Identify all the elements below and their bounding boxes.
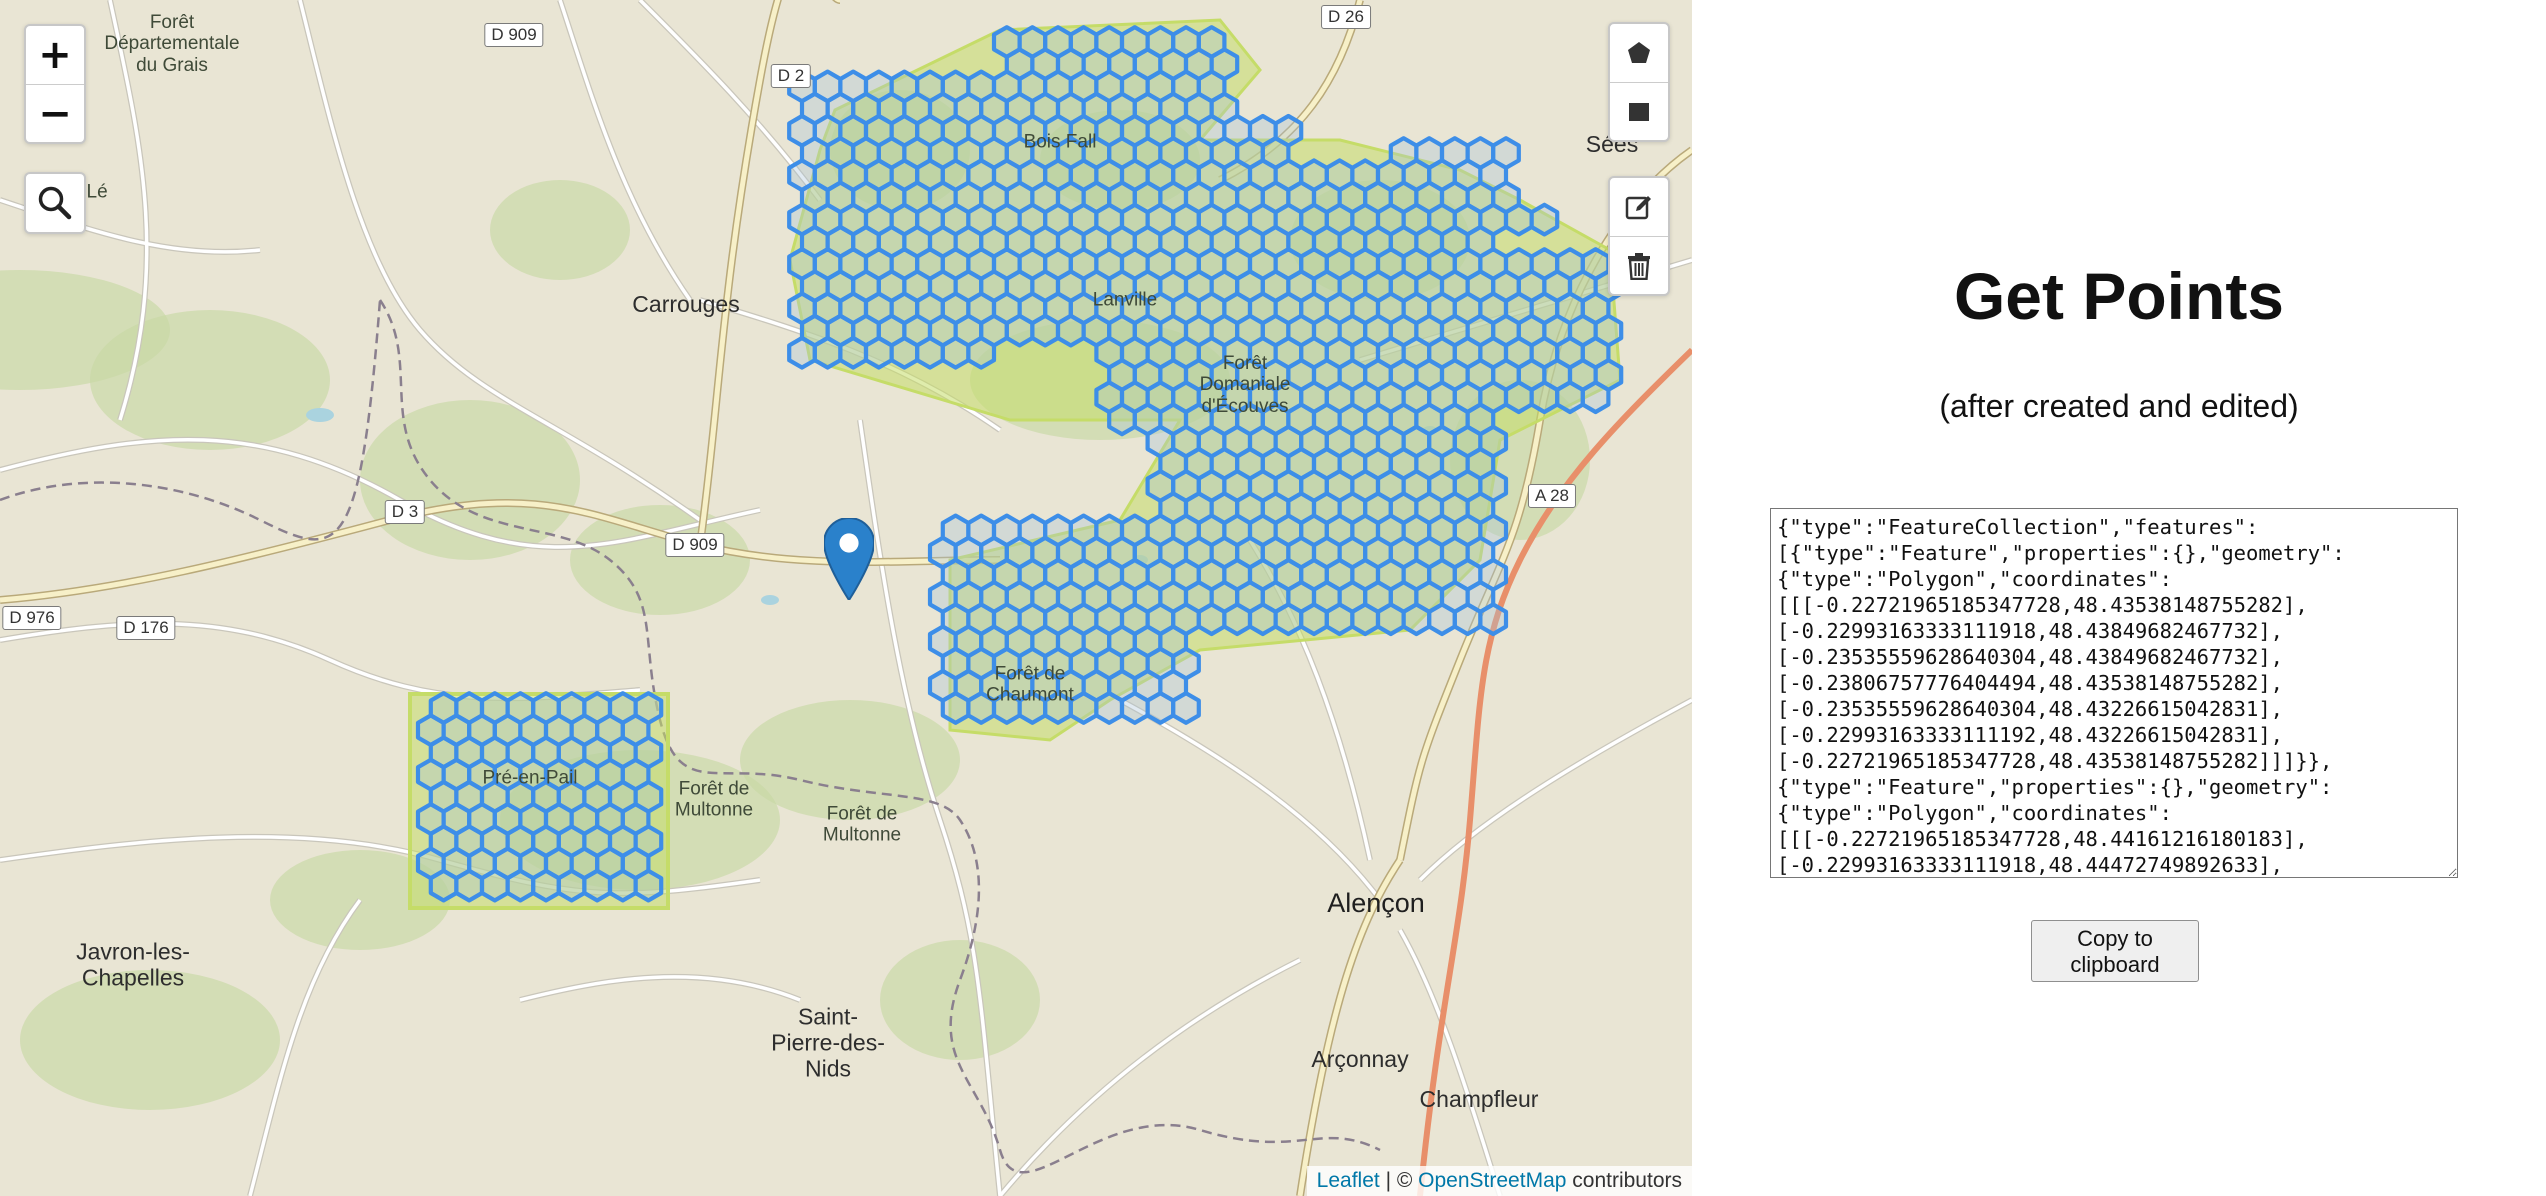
hex-cell (1094, 691, 1125, 725)
hex-cell (1427, 602, 1457, 637)
hex-cell (915, 335, 945, 370)
zoom-out-button[interactable]: − (26, 84, 84, 142)
place-label-champfleur: Champfleur (1419, 1086, 1539, 1113)
place-label-bois-fall: Bois Fall (1023, 131, 1097, 153)
search-control[interactable] (24, 172, 86, 234)
hex-cell (1503, 380, 1534, 415)
hex-cell (1273, 602, 1304, 637)
hex-cell (1247, 602, 1278, 637)
hex-cell (1452, 602, 1483, 637)
hex-cell (940, 335, 971, 370)
trash-icon (1628, 252, 1650, 280)
road-label-d3: D 3 (384, 500, 426, 524)
map-view[interactable]: Forêt Départementale du Grais Carrouges Sé… (0, 0, 1692, 1196)
hex-cell (1503, 202, 1534, 237)
place-label-foret-multonne: Forêt de Multonne (674, 778, 754, 821)
draw-polygon-button[interactable] (1610, 24, 1668, 82)
search-button[interactable] (26, 174, 84, 232)
hex-cell (1375, 602, 1406, 637)
hex-cell (1324, 602, 1355, 637)
map-marker-icon[interactable] (824, 518, 874, 600)
hex-cell (863, 335, 894, 370)
hex-cell (1401, 602, 1432, 637)
road-label-d976: D 976 (2, 606, 62, 630)
hex-cell (1145, 691, 1176, 725)
place-label-saint-pierre: Saint- Pierre-des- Nids (771, 1003, 885, 1081)
hex-cell (1222, 602, 1253, 637)
hex-cell (454, 868, 485, 903)
hex-cell (1529, 202, 1560, 237)
place-label-alencon: Alençon (1327, 887, 1425, 918)
road-label-d909-2: D 909 (665, 533, 725, 557)
road-label-d909: D 909 (484, 23, 544, 47)
hex-cell (889, 335, 920, 370)
hex-cell (479, 868, 510, 903)
place-label-arconnay: Arçonnay (1311, 1046, 1409, 1073)
delete-layers-button[interactable] (1610, 236, 1668, 294)
leaflet-link[interactable]: Leaflet (1317, 1169, 1380, 1192)
place-label-foret-ecouves: Forêt Domaniale d'Écouves (1199, 353, 1291, 417)
hex-cell (787, 335, 817, 370)
search-icon (38, 186, 72, 220)
hex-cell (812, 335, 843, 370)
hex-cell (838, 335, 869, 370)
road-label-d176: D 176 (116, 616, 176, 640)
hex-cell (1529, 380, 1560, 415)
hex-cell (966, 335, 997, 370)
hex-cell (633, 868, 664, 903)
hex-cell (531, 868, 561, 903)
hex-cell (1350, 602, 1381, 637)
rectangle-icon (1629, 102, 1649, 121)
hex-cell (1580, 380, 1611, 415)
zoom-in-button[interactable]: + (26, 26, 84, 84)
road-label-a28: A 28 (1527, 484, 1577, 508)
hex-cell (1107, 402, 1137, 437)
edit-layers-button[interactable] (1610, 178, 1668, 236)
copy-to-clipboard-button[interactable]: Copy to clipboard (2031, 920, 2199, 982)
hex-cell (556, 868, 587, 903)
place-label-foret-multonne-2: Forêt de Multonne (822, 803, 902, 846)
place-label-foret-chaumont: Forêt de Chaumont (986, 663, 1074, 706)
zoom-control: + − (24, 24, 86, 144)
hex-cell (1196, 602, 1227, 637)
draw-toolbar (1608, 22, 1670, 142)
hex-cell (1478, 602, 1509, 637)
geojson-output-textarea[interactable]: {"type":"FeatureCollection","features": … (1770, 508, 2458, 878)
page-subtitle: (after created and edited) (1939, 388, 2299, 424)
road-label-d26: D 26 (1321, 5, 1371, 29)
place-label-lanville: Lanville (1092, 289, 1158, 311)
hex-cell (1068, 691, 1099, 725)
hex-cell (582, 868, 613, 903)
draw-rectangle-button[interactable] (1610, 82, 1668, 140)
attribution-suffix: contributors (1566, 1169, 1682, 1192)
road-label-d2: D 2 (770, 64, 812, 88)
polygon-icon (1628, 42, 1650, 63)
hex-cell (1119, 691, 1150, 725)
hex-cell (1555, 380, 1585, 415)
hex-cell (1030, 313, 1061, 348)
hex-cell (1004, 313, 1035, 348)
hex-cell (1299, 602, 1329, 637)
place-label-carrouges: Carrouges (632, 291, 740, 318)
hex-cell (1171, 691, 1201, 725)
hex-cell (607, 868, 638, 903)
openstreetmap-link[interactable]: OpenStreetMap (1418, 1169, 1566, 1192)
attribution-separator: | © (1379, 1169, 1419, 1192)
side-panel: Get Points (after created and edited) {"… (1692, 0, 2546, 1196)
hex-cell (940, 691, 971, 725)
place-label-foret-grais: Forêt Départementale du Grais (104, 12, 240, 76)
edit-icon (1625, 196, 1651, 220)
place-label-pre-en-pail: Pré-en-Pail (482, 767, 578, 789)
hex-cell (1055, 313, 1086, 348)
place-label-javron: Javron-les- Chapelles (76, 938, 190, 990)
edit-toolbar (1608, 176, 1670, 296)
hex-cell (428, 868, 459, 903)
map-attribution: Leaflet | © OpenStreetMap contributors (1306, 1166, 1692, 1196)
hex-cell (505, 868, 536, 903)
page-title: Get Points (1953, 259, 2285, 333)
